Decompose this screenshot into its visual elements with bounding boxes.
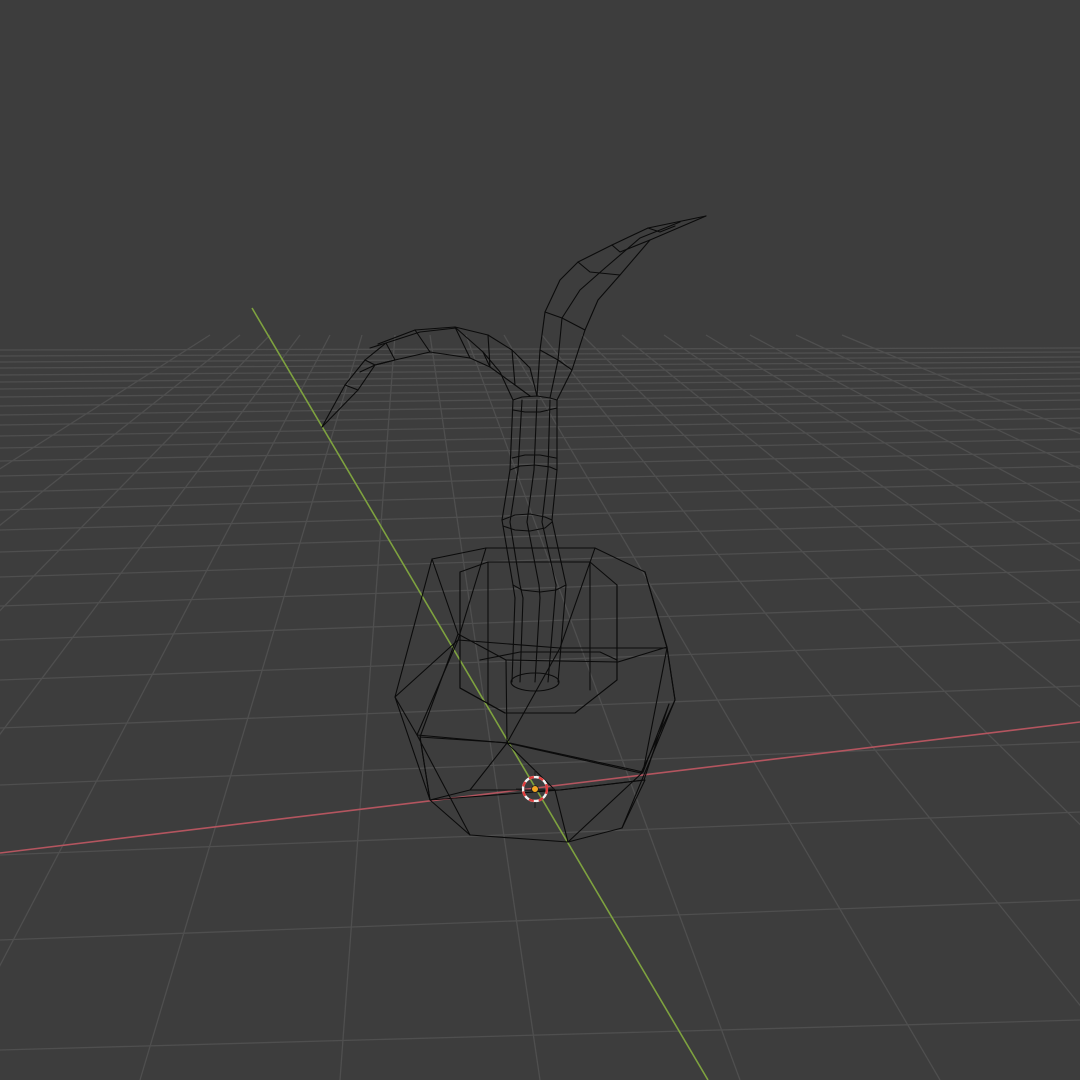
object-origin-icon[interactable] <box>531 785 539 793</box>
grid-width-lines <box>0 347 1080 1051</box>
pot-mesh[interactable] <box>394 547 676 843</box>
viewport-canvas[interactable] <box>0 0 1080 1080</box>
3d-viewport[interactable] <box>0 0 1080 1080</box>
y-axis-line <box>251 307 709 1080</box>
leaf-right-mesh[interactable] <box>536 215 707 401</box>
potted-sprout-mesh[interactable] <box>321 215 707 843</box>
floor-grid <box>0 334 1080 1080</box>
leaf-left-mesh[interactable] <box>321 326 538 428</box>
stem-mesh[interactable] <box>501 395 567 692</box>
